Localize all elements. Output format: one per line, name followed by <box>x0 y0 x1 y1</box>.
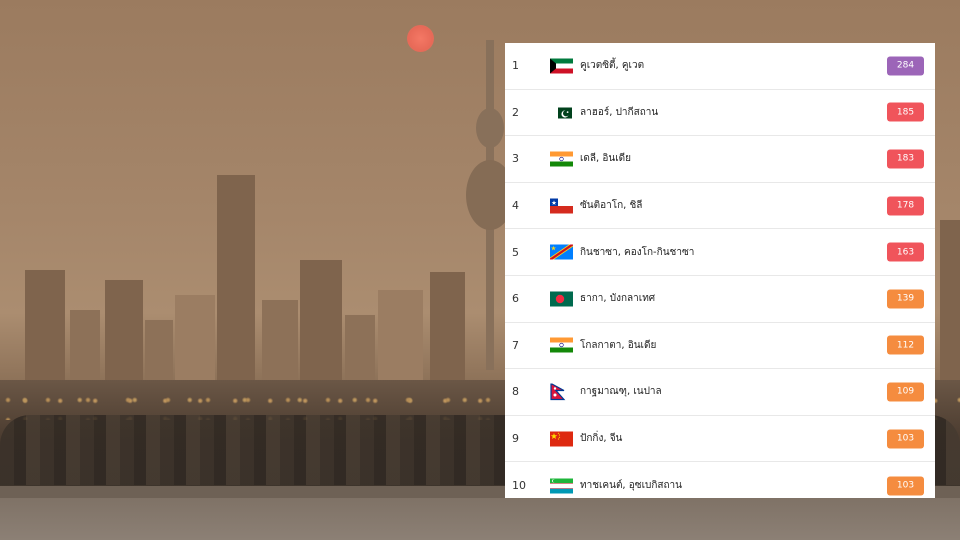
bangladesh-flag-icon <box>550 291 573 307</box>
sun <box>407 25 434 52</box>
ranking-row[interactable]: 4 ซันติอาโก, ชิลี 178 <box>505 183 935 230</box>
uzbekistan-flag-icon <box>550 478 573 494</box>
aqi-badge: 139 <box>887 289 924 309</box>
india-flag-icon <box>550 151 573 167</box>
rank-number: 5 <box>512 245 519 259</box>
city-name: เดลี, อินเดีย <box>580 153 632 165</box>
city-name: กาฐมาณฑุ, เนปาล <box>580 386 662 398</box>
rank-number: 4 <box>512 199 519 213</box>
ranking-row[interactable]: 8 กาฐมาณฑุ, เนปาล 109 <box>505 369 935 416</box>
city-name: ทาชเคนต์, อุซเบกิสถาน <box>580 480 683 492</box>
pakistan-flag-icon <box>554 106 572 119</box>
rank-number: 8 <box>512 385 519 399</box>
ranking-row[interactable]: 7 โกลกาตา, อินเดีย 112 <box>505 323 935 370</box>
city-name: ซันติอาโก, ชิลี <box>580 200 643 212</box>
city-name: โกลกาตา, อินเดีย <box>580 339 657 351</box>
ranking-row[interactable]: 1 คูเวตซิตี้, คูเวต 284 <box>505 43 935 90</box>
china-flag-icon <box>550 431 573 447</box>
rank-number: 9 <box>512 432 519 446</box>
aqi-badge: 178 <box>887 196 924 216</box>
rank-number: 1 <box>512 59 519 73</box>
dr-congo-flag-icon <box>550 244 573 260</box>
ranking-row[interactable]: 2 ลาฮอร์, ปากีสถาน 185 <box>505 90 935 137</box>
city-name: คูเวตซิตี้, คูเวต <box>580 60 645 72</box>
ranking-row[interactable]: 3 เดลี, อินเดีย 183 <box>505 136 935 183</box>
city-name: ลาฮอร์, ปากีสถาน <box>580 106 659 118</box>
nepal-flag-icon <box>550 383 572 401</box>
aqi-badge: 103 <box>887 429 924 449</box>
rank-number: 3 <box>512 152 519 166</box>
rank-number: 2 <box>512 105 519 119</box>
aqi-badge: 163 <box>887 242 924 262</box>
rank-number: 7 <box>512 338 519 352</box>
aqi-badge: 284 <box>887 56 924 76</box>
city-name: กินชาซา, คองโก-กินชาซา <box>580 246 695 258</box>
ranking-row[interactable]: 5 กินชาซา, คองโก-กินชาซา 163 <box>505 229 935 276</box>
rank-number: 10 <box>512 479 526 493</box>
aqi-badge: 185 <box>887 102 924 122</box>
ranking-row[interactable]: 10 ทาชเคนต์, อุซเบกิสถาน 103 <box>505 462 935 509</box>
aqi-badge: 109 <box>887 382 924 402</box>
chile-flag-icon <box>550 198 573 214</box>
ranking-row[interactable]: 6 ธากา, บังกลาเทศ 139 <box>505 276 935 323</box>
kuwait-flag-icon <box>550 58 573 74</box>
city-ranking-panel: 1 คูเวตซิตี้, คูเวต 284 2 ลาฮอร์, ปากีสถ… <box>505 43 935 498</box>
rank-number: 6 <box>512 292 519 306</box>
city-name: ปักกิ่ง, จีน <box>580 433 623 445</box>
city-name: ธากา, บังกลาเทศ <box>580 293 656 305</box>
india-flag-icon <box>550 337 573 353</box>
ranking-row[interactable]: 9 ปักกิ่ง, จีน 103 <box>505 416 935 463</box>
aqi-badge: 183 <box>887 149 924 169</box>
aqi-badge: 112 <box>887 335 924 355</box>
aqi-badge: 103 <box>887 476 924 496</box>
